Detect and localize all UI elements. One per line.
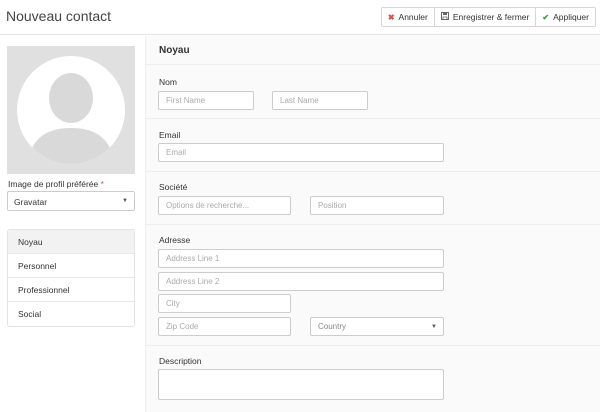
divider [146, 224, 600, 225]
form-panel: Noyau Nom First Name Last Name Email Ema… [145, 36, 600, 412]
save-close-button[interactable]: Enregistrer & fermer [433, 7, 537, 27]
check-icon: ✔ [542, 12, 550, 22]
divider [146, 64, 600, 65]
save-icon [440, 12, 449, 22]
adresse-label: Adresse [159, 235, 191, 245]
section-title: Noyau [159, 45, 190, 56]
email-label: Email [159, 130, 181, 140]
profile-image-label: Image de profil préférée * [8, 179, 104, 189]
position-input[interactable]: Position [310, 196, 444, 215]
save-close-button-label: Enregistrer & fermer [452, 12, 530, 22]
divider [146, 171, 600, 172]
divider [146, 118, 600, 119]
profile-image-label-text: Image de profil préférée [8, 179, 99, 189]
nav-item-professionnel[interactable]: Professionnel [8, 278, 134, 302]
city-input[interactable]: City [158, 294, 291, 313]
address-line-2-input[interactable]: Address Line 2 [158, 272, 444, 291]
caret-down-icon: ▼ [122, 198, 128, 204]
email-input[interactable]: Email [158, 143, 444, 162]
nav-item-social[interactable]: Social [8, 302, 134, 326]
profile-image-select[interactable]: Gravatar ▼ [7, 191, 135, 211]
toolbar: ✖ Annuler Enregistrer & fermer ✔ Appliqu… [380, 7, 596, 27]
societe-label: Société [159, 182, 188, 192]
header: Nouveau contact ✖ Annuler Enregistrer & … [0, 0, 600, 35]
country-select-value: Country [318, 322, 347, 331]
user-silhouette-icon [17, 56, 125, 164]
cancel-button[interactable]: ✖ Annuler [380, 7, 435, 27]
description-textarea[interactable] [158, 369, 444, 400]
left-panel: Image de profil préférée * Gravatar ▼ No… [0, 36, 143, 412]
country-select[interactable]: Country ▼ [310, 317, 444, 336]
cancel-button-label: Annuler [398, 12, 428, 22]
required-mark: * [100, 179, 104, 189]
last-name-input[interactable]: Last Name [272, 91, 368, 110]
description-label: Description [159, 356, 202, 366]
address-line-1-input[interactable]: Address Line 1 [158, 249, 444, 268]
zip-code-input[interactable]: Zip Code [158, 317, 291, 336]
nav-item-noyau[interactable]: Noyau [8, 230, 134, 254]
page-title: Nouveau contact [6, 8, 112, 24]
close-icon: ✖ [387, 12, 395, 22]
nom-label: Nom [159, 77, 177, 87]
first-name-input[interactable]: First Name [158, 91, 254, 110]
profile-image-select-value: Gravatar [14, 197, 48, 207]
nav-item-personnel[interactable]: Personnel [8, 254, 134, 278]
section-nav: Noyau Personnel Professionnel Social [7, 229, 135, 327]
avatar[interactable] [7, 46, 135, 174]
apply-button-label: Appliquer [553, 12, 589, 22]
apply-button[interactable]: ✔ Appliquer [535, 7, 596, 27]
divider [146, 345, 600, 346]
company-search-input[interactable]: Options de recherche... [158, 196, 291, 215]
caret-down-icon: ▼ [431, 324, 437, 330]
